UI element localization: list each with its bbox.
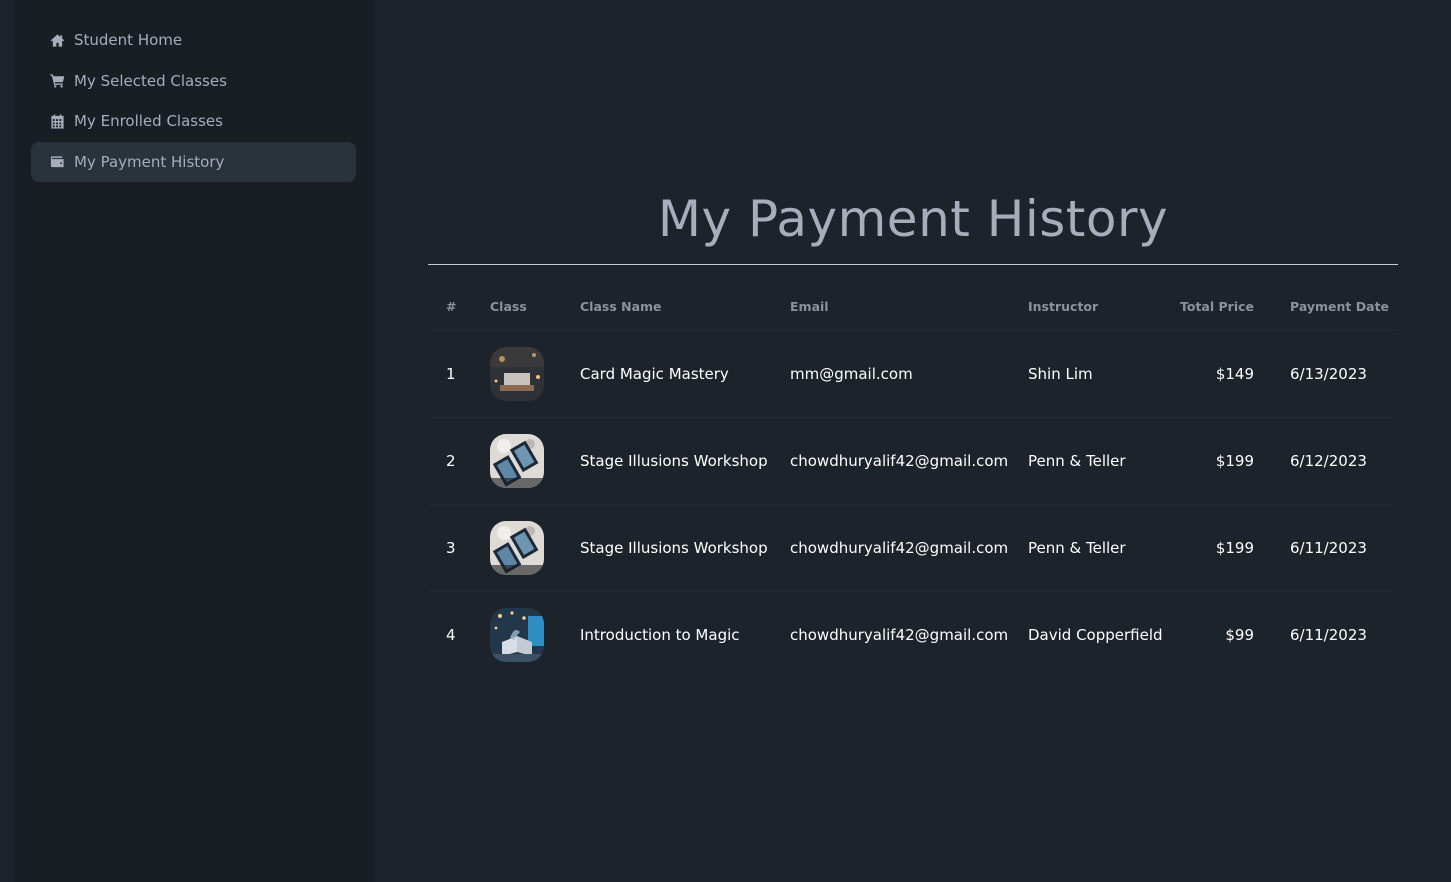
tarot-cards-image bbox=[490, 521, 544, 575]
payment-history-table: # Class Class Name Email Instructor Tota… bbox=[428, 282, 1398, 678]
table-row: 2 Stage Illusions Workshop chowdhuryalif… bbox=[428, 417, 1398, 505]
email: chowdhuryalif42@gmail.com bbox=[772, 417, 1010, 505]
table-header-row: # Class Class Name Email Instructor Tota… bbox=[428, 282, 1398, 331]
table-row: 4 Introduction to Magic chowdhuryalif42@… bbox=[428, 592, 1398, 679]
sidebar-item-label: My Selected Classes bbox=[74, 71, 227, 90]
row-number: 3 bbox=[428, 504, 472, 592]
payment-table-container: # Class Class Name Email Instructor Tota… bbox=[428, 282, 1398, 678]
payment-date: 6/11/2023 bbox=[1272, 504, 1398, 592]
payment-date: 6/12/2023 bbox=[1272, 417, 1398, 505]
class-name: Card Magic Mastery bbox=[562, 330, 772, 418]
total-price: $199 bbox=[1170, 504, 1272, 592]
header-email: Email bbox=[772, 282, 1010, 331]
instructor: David Copperfield bbox=[1028, 626, 1163, 644]
sidebar-item-label: My Enrolled Classes bbox=[74, 112, 223, 130]
cart-icon bbox=[49, 73, 65, 89]
tarot-cards-image bbox=[490, 434, 544, 488]
sidebar-item-label: My Payment History bbox=[74, 152, 225, 171]
title-divider bbox=[428, 264, 1398, 265]
header-instructor: Instructor bbox=[1010, 282, 1170, 331]
class-name: Stage Illusions Workshop bbox=[562, 417, 772, 505]
class-name: Stage Illusions Workshop bbox=[562, 504, 772, 592]
row-number: 1 bbox=[428, 330, 472, 418]
payment-date: 6/11/2023 bbox=[1290, 626, 1367, 644]
instructor: Penn & Teller bbox=[1010, 417, 1170, 505]
class-thumbnail-cell bbox=[472, 330, 562, 418]
total-price: $99 bbox=[1225, 626, 1254, 644]
class-thumbnail-cell bbox=[472, 417, 562, 505]
sidebar-item-student-home[interactable]: Student Home bbox=[31, 20, 356, 60]
sidebar-item-my-enrolled-classes[interactable]: My Enrolled Classes bbox=[31, 101, 356, 141]
app-root: Student Home My Selected Classes My Enro… bbox=[0, 0, 1451, 882]
card-magic-image bbox=[490, 347, 544, 401]
magic-book-image bbox=[490, 608, 544, 662]
email: mm@gmail.com bbox=[772, 330, 1010, 418]
header-number: # bbox=[428, 282, 472, 331]
sidebar-item-label: Student Home bbox=[74, 31, 183, 49]
class-thumbnail-cell bbox=[472, 592, 562, 679]
header-class-name: Class Name bbox=[562, 282, 772, 331]
email: chowdhuryalif42@gmail.com bbox=[790, 626, 1009, 644]
row-number: 4 bbox=[446, 626, 456, 644]
instructor: Shin Lim bbox=[1010, 330, 1170, 418]
page-title: My Payment History bbox=[657, 190, 1169, 248]
row-number: 2 bbox=[428, 417, 472, 505]
payment-date: 6/13/2023 bbox=[1272, 330, 1398, 418]
total-price: $199 bbox=[1170, 417, 1272, 505]
calendar-icon bbox=[49, 113, 65, 129]
table-row: 3 Stage Illusions Workshop chowdhuryalif… bbox=[428, 504, 1398, 592]
table-row: 1 Card Magic Mastery mm@gmail.com Shin L… bbox=[428, 330, 1398, 418]
total-price: $149 bbox=[1170, 330, 1272, 418]
instructor: Penn & Teller bbox=[1010, 504, 1170, 592]
header-total-price: Total Price bbox=[1170, 282, 1272, 331]
sidebar-item-my-selected-classes[interactable]: My Selected Classes bbox=[31, 61, 356, 101]
sidebar: Student Home My Selected Classes My Enro… bbox=[14, 0, 374, 882]
main-content: My Payment History # Class Class Name Em… bbox=[374, 0, 1451, 882]
email: chowdhuryalif42@gmail.com bbox=[772, 504, 1010, 592]
home-icon bbox=[49, 32, 65, 48]
sidebar-menu: Student Home My Selected Classes My Enro… bbox=[14, 20, 374, 182]
wallet-icon bbox=[49, 154, 65, 170]
class-thumbnail-cell bbox=[472, 504, 562, 592]
header-class: Class bbox=[472, 282, 562, 331]
class-name: Introduction to Magic bbox=[580, 626, 740, 644]
header-payment-date: Payment Date bbox=[1272, 282, 1398, 331]
sidebar-item-my-payment-history[interactable]: My Payment History bbox=[31, 141, 356, 182]
